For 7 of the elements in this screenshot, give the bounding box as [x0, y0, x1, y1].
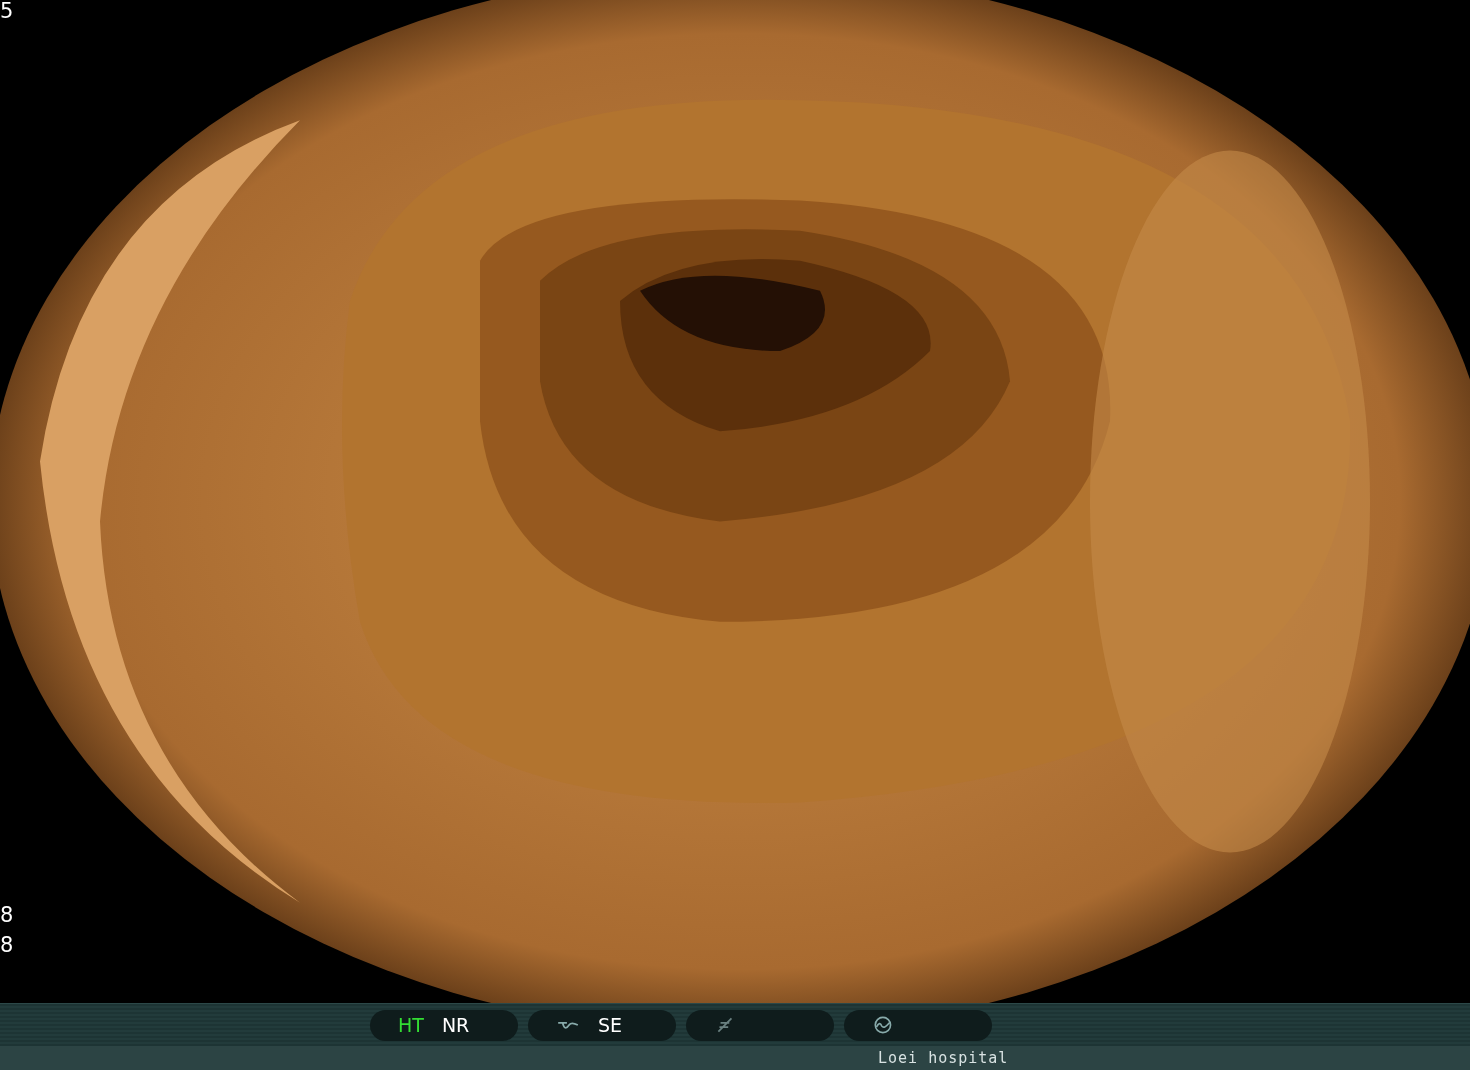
overlay-number: 8 [0, 902, 14, 929]
mode-label: SE [598, 1014, 623, 1036]
overlay-number: 5 [0, 0, 14, 22]
hospital-name: Loei hospital [878, 1049, 1009, 1067]
mode-label: HT [398, 1014, 424, 1036]
overlay-number: 8 [0, 932, 14, 959]
mode-label: NR [441, 1014, 470, 1036]
